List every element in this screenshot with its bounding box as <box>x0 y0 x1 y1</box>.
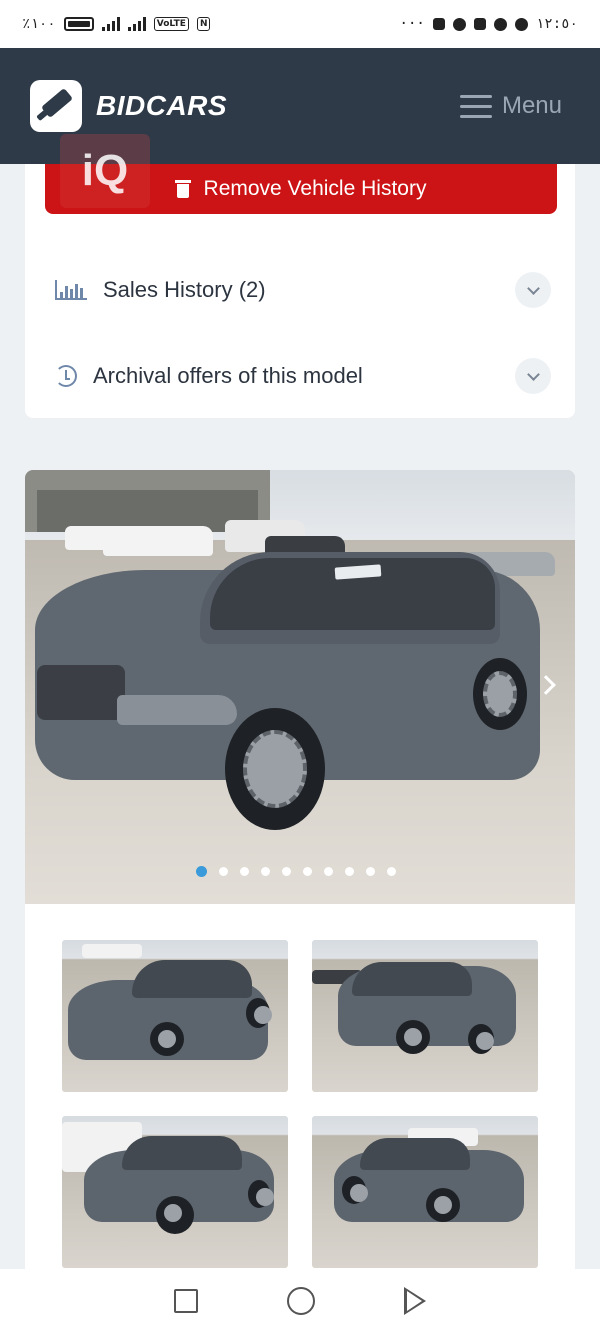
clock: ١٢:٥٠ <box>535 16 578 32</box>
thumbnail-image[interactable] <box>62 1116 288 1268</box>
home-icon[interactable] <box>286 1287 315 1315</box>
gallery-dot[interactable] <box>219 867 228 876</box>
tiktok-icon <box>493 17 507 31</box>
system-navigation-bar <box>0 1269 600 1333</box>
accordion-archival-offers[interactable]: Archival offers of this model <box>55 356 551 396</box>
signal-icon <box>101 17 120 31</box>
battery-icon <box>63 17 94 31</box>
remove-vehicle-history-label: Remove Vehicle History <box>203 177 427 200</box>
watermark-logo: iQ <box>60 134 150 208</box>
gallery-dot[interactable] <box>387 867 396 876</box>
chevron-down-icon <box>526 281 540 295</box>
archival-offers-expand-button[interactable] <box>515 358 551 394</box>
gallery-dot[interactable] <box>345 867 354 876</box>
settings-notification-icon <box>452 17 466 31</box>
menu-button[interactable]: Menu <box>459 92 562 120</box>
gallery-dot[interactable] <box>196 866 207 877</box>
gallery-dot[interactable] <box>282 867 291 876</box>
notification-icon <box>432 18 445 30</box>
accordion-sales-history[interactable]: Sales History (2) <box>55 270 551 310</box>
recent-apps-icon[interactable] <box>174 1289 199 1313</box>
thumbnail-image[interactable] <box>62 940 288 1092</box>
thumbnail-image[interactable] <box>312 940 538 1092</box>
nfc-badge: N <box>196 17 211 31</box>
brand-name: BIDCARS <box>96 90 228 121</box>
status-left: ٪١٠٠ VoLTE N <box>22 16 211 32</box>
gallery-dot[interactable] <box>366 867 375 876</box>
signal-2-icon <box>127 17 146 31</box>
youtube-icon <box>473 18 486 30</box>
brand-logo-link[interactable]: BIDCARS <box>30 80 227 132</box>
vehicle-photo-gallery[interactable] <box>25 470 575 904</box>
gallery-dot[interactable] <box>303 867 312 876</box>
bidcars-logo-icon <box>30 80 82 132</box>
volte-badge: VoLTE <box>153 17 189 31</box>
history-icon <box>55 365 77 387</box>
archival-offers-label: Archival offers of this model <box>93 363 363 388</box>
status-right: ··· ١٢:٥٠ <box>400 16 578 32</box>
more-notifications-icon: ··· <box>399 16 425 32</box>
gallery-pagination-dots <box>25 866 575 877</box>
gallery-dot[interactable] <box>324 867 333 876</box>
watermark-text: iQ <box>81 146 129 195</box>
bar-chart-icon <box>55 280 87 300</box>
back-icon[interactable] <box>403 1287 426 1315</box>
messenger-icon <box>514 17 528 31</box>
sales-history-expand-button[interactable] <box>515 272 551 308</box>
gallery-dot[interactable] <box>240 867 249 876</box>
trash-icon <box>174 180 191 198</box>
sales-history-label: Sales History (2) <box>103 277 266 302</box>
hamburger-icon <box>459 94 492 118</box>
status-bar: ٪١٠٠ VoLTE N ··· ١٢:٥٠ <box>0 0 600 48</box>
gallery-dot[interactable] <box>261 867 270 876</box>
menu-label: Menu <box>501 92 562 119</box>
thumbnail-image[interactable] <box>312 1116 538 1268</box>
chevron-down-icon <box>526 367 540 381</box>
battery-percent: ٪١٠٠ <box>22 16 56 32</box>
